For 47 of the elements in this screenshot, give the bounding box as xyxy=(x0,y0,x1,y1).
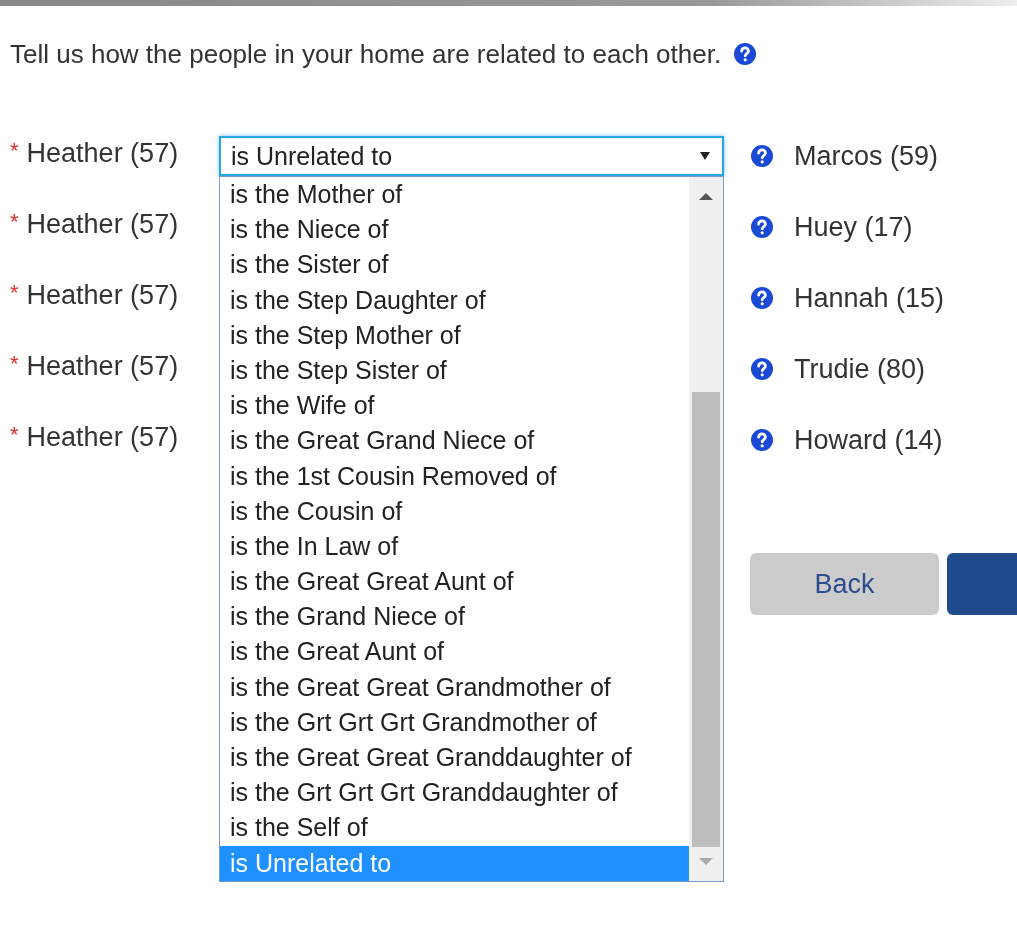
dropdown-option[interactable]: is the Grand Niece of xyxy=(220,599,689,635)
help-icon[interactable] xyxy=(750,286,774,310)
help-icon[interactable] xyxy=(750,215,774,239)
dropdown-option[interactable]: is the In Law of xyxy=(220,528,689,565)
required-asterisk: * xyxy=(10,422,19,449)
person-label: Heather (57) xyxy=(26,138,179,169)
help-icon[interactable] xyxy=(750,144,774,168)
dropdown-option[interactable]: is the Mother of xyxy=(220,177,689,213)
dropdown-option[interactable]: is the Great Grand Niece of xyxy=(220,423,689,459)
person-label: Hannah (15) xyxy=(794,282,945,314)
dropdown-option[interactable]: is the Self of xyxy=(220,810,689,846)
required-asterisk: * xyxy=(10,209,19,236)
person-label: Trudie (80) xyxy=(794,353,926,385)
person-label: Heather (57) xyxy=(26,280,179,311)
person-label: Heather (57) xyxy=(26,209,179,240)
required-asterisk: * xyxy=(10,138,19,165)
dropdown-option[interactable]: is the Great Great Aunt of xyxy=(220,564,689,600)
dropdown-option[interactable]: is the Grt Grt Grt Granddaughter of xyxy=(220,775,689,811)
back-button[interactable]: Back xyxy=(750,553,939,615)
caret-icon xyxy=(700,152,710,160)
dropdown-option[interactable]: is the Sister of xyxy=(220,247,689,283)
dropdown-option[interactable]: is the Grt Grt Grt Grandmother of xyxy=(220,704,689,740)
scroll-up-icon[interactable] xyxy=(699,193,713,200)
dropdown-option[interactable]: is the Great Aunt of xyxy=(220,634,689,670)
dropdown-option[interactable]: is the 1st Cousin Removed of xyxy=(220,458,689,494)
help-icon[interactable] xyxy=(750,357,774,381)
required-asterisk: * xyxy=(10,280,19,307)
dropdown-option[interactable]: is the Great Great Granddaughter of xyxy=(220,740,689,776)
dropdown-option[interactable]: is the Great Great Grandmother of xyxy=(220,669,689,705)
person-label: Heather (57) xyxy=(26,422,179,453)
relationship-select[interactable]: is Unrelated to xyxy=(219,136,724,176)
dropdown-option[interactable]: is the Cousin of xyxy=(220,493,689,529)
dropdown-option[interactable]: is the Step Daughter of xyxy=(220,282,689,318)
help-icon[interactable] xyxy=(750,428,774,452)
person-label: Howard (14) xyxy=(794,424,943,456)
help-icon[interactable] xyxy=(733,42,758,66)
person-label: Huey (17) xyxy=(794,211,913,243)
scrollbar-thumb[interactable] xyxy=(692,392,720,847)
instruction-text: Tell us how the people in your home are related to each other. xyxy=(10,38,722,70)
dropdown-option[interactable]: is the Step Sister of xyxy=(220,352,689,389)
dropdown-option[interactable]: is the Niece of xyxy=(220,212,689,248)
scrollbar[interactable] xyxy=(689,177,723,881)
dropdown-option[interactable]: is the Wife of xyxy=(220,388,689,424)
required-asterisk: * xyxy=(10,351,19,378)
dropdown-option[interactable]: is the Step Mother of xyxy=(220,317,689,353)
person-label: Marcos (59) xyxy=(794,140,939,172)
person-label: Heather (57) xyxy=(26,351,179,382)
